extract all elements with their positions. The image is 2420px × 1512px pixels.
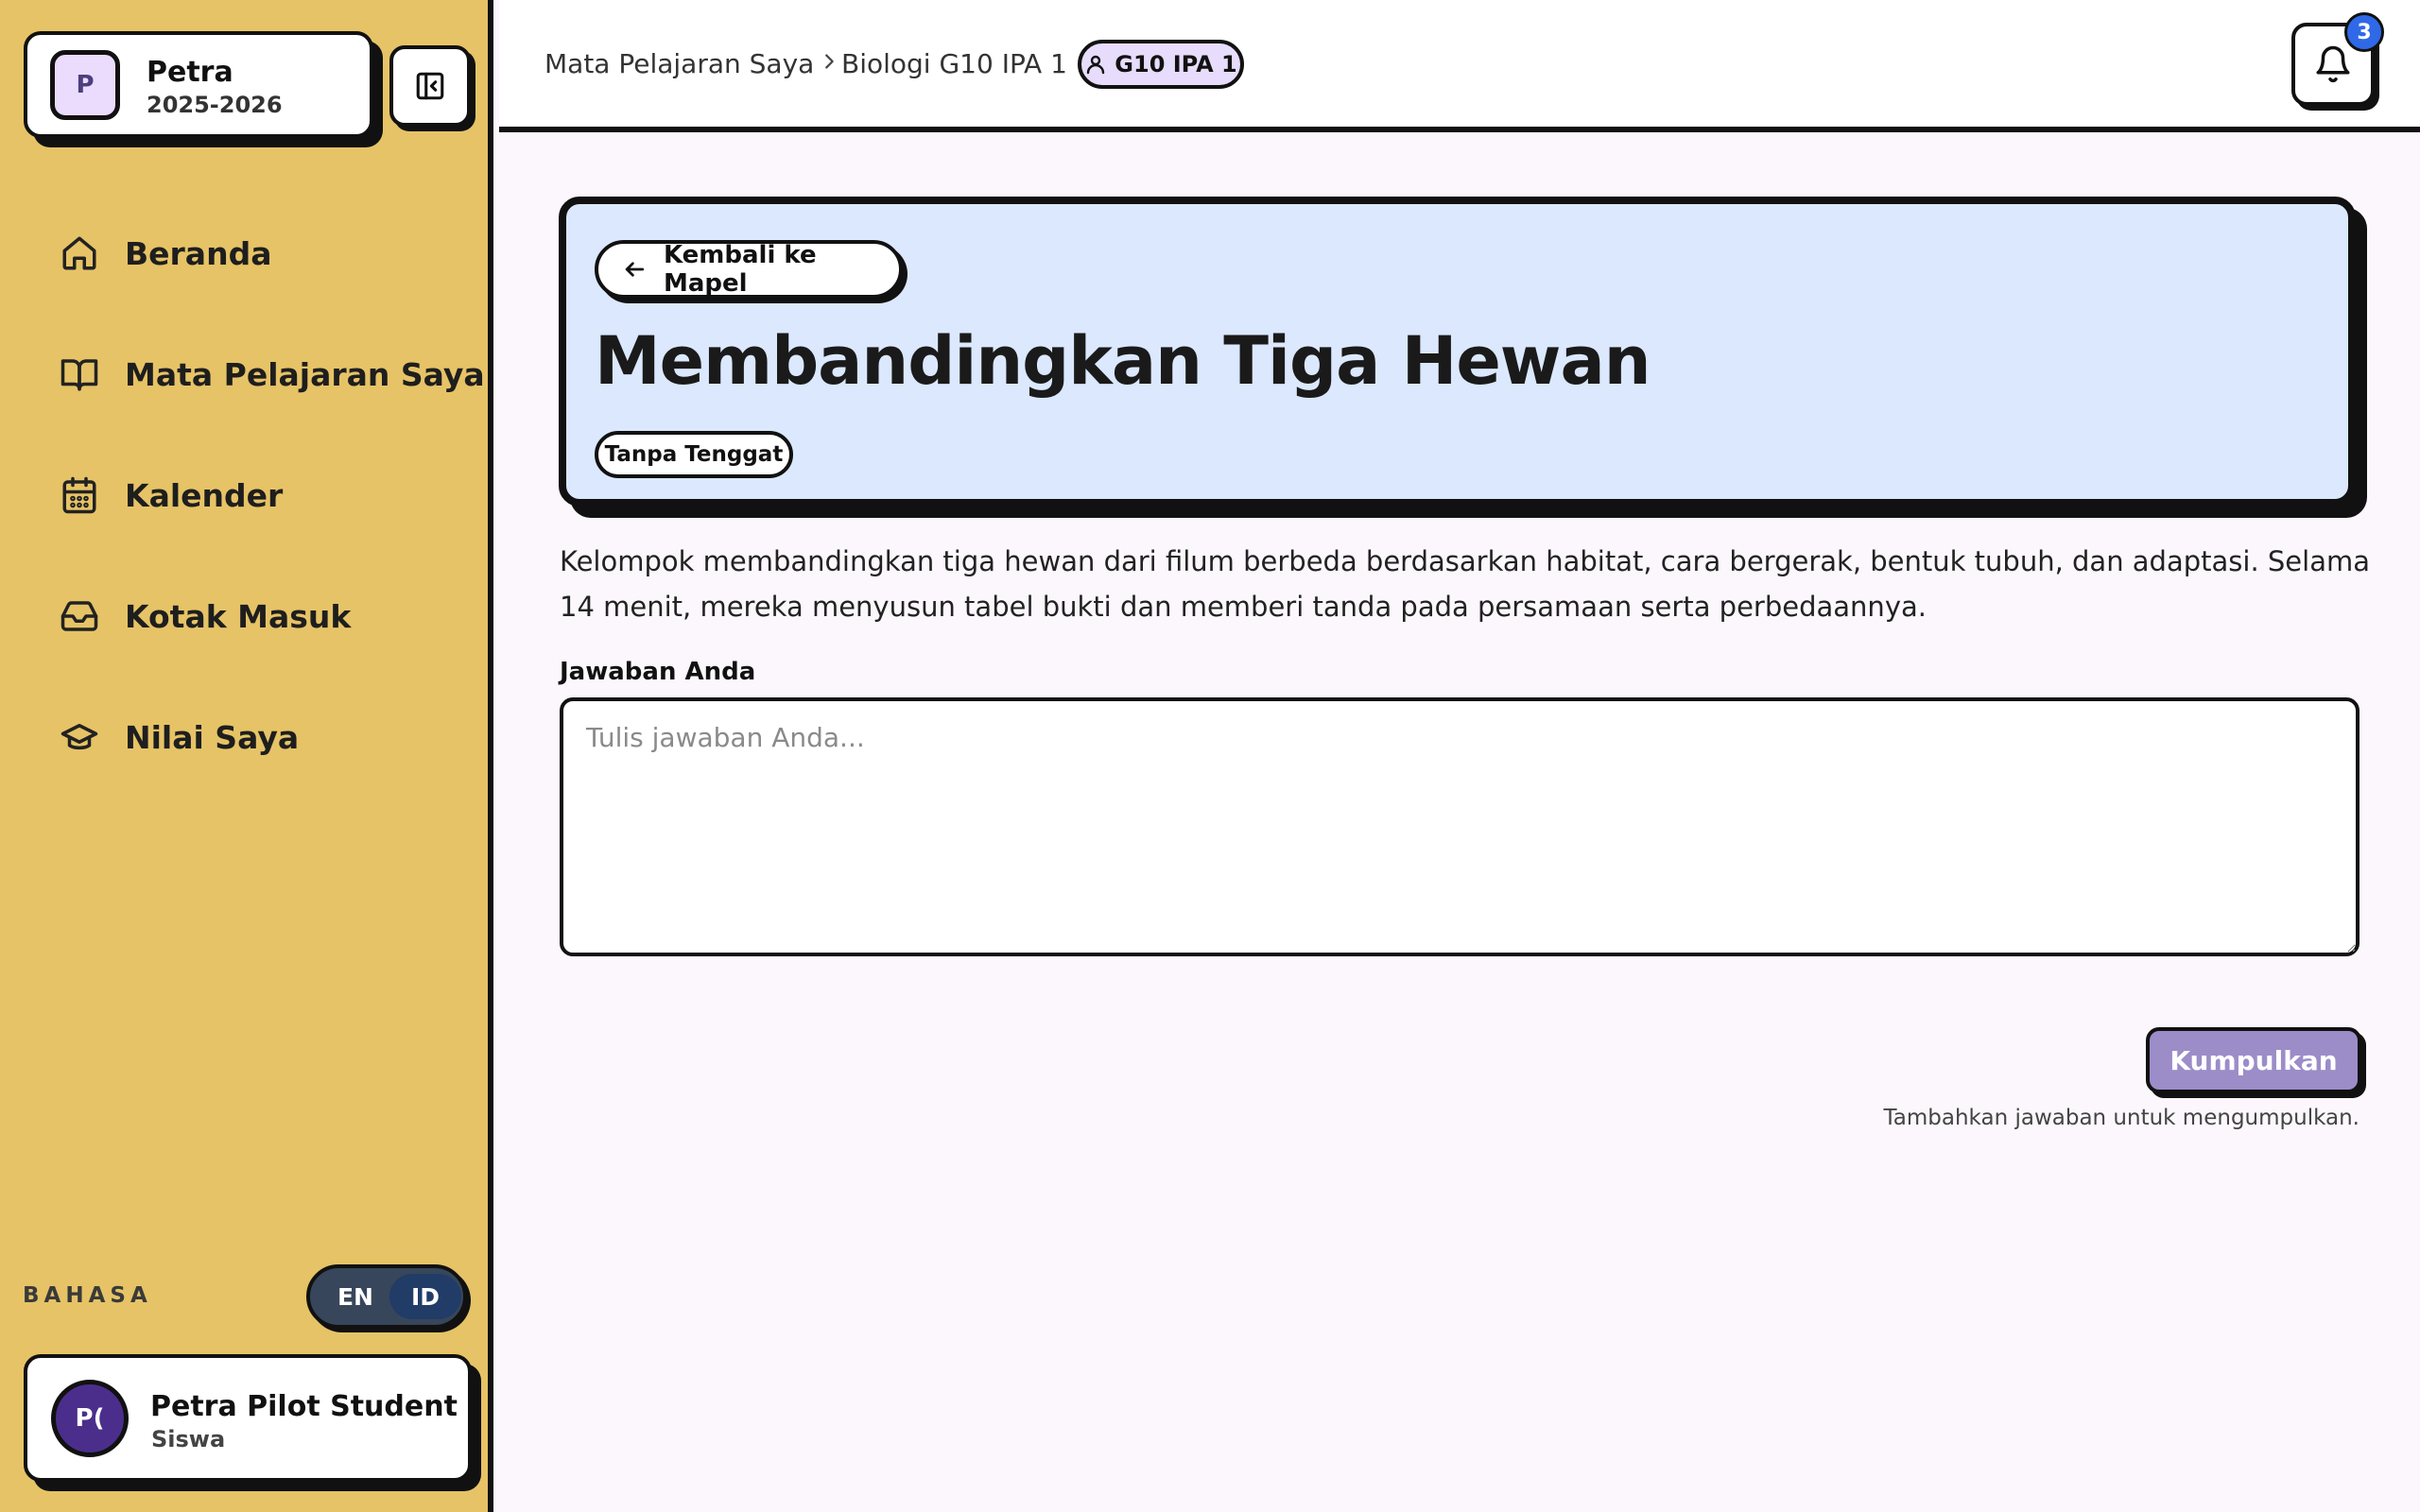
home-icon [59, 232, 100, 274]
bell-icon [2316, 45, 2350, 83]
sidebar: P Petra 2025-2026 Beranda Mata Pelajaran… [0, 0, 493, 1512]
language-toggle[interactable]: EN ID [306, 1264, 467, 1329]
submit-helper-text: Tambahkan jawaban untuk mengumpulkan. [1883, 1106, 2360, 1130]
assignment-description: Kelompok membandingkan tiga hewan dari f… [560, 545, 2370, 623]
assignment-header-card: Kembali ke Mapel Membandingkan Tiga Hewa… [559, 197, 2356, 507]
sidebar-item-label: Kalender [125, 476, 284, 514]
school-avatar: P [50, 50, 120, 120]
class-badge-label: G10 IPA 1 [1115, 51, 1237, 77]
language-option-en[interactable]: EN [320, 1274, 391, 1319]
breadcrumb-current: Biologi G10 IPA 1 [841, 48, 1067, 79]
graduation-cap-icon [59, 716, 100, 758]
breadcrumb-item[interactable]: Mata Pelajaran Saya [544, 48, 814, 79]
sidebar-item-kotak-masuk[interactable]: Kotak Masuk [59, 588, 351, 644]
sidebar-collapse-icon [416, 72, 444, 100]
user-name: Petra Pilot Student (B1) [150, 1390, 468, 1423]
sidebar-item-label: Mata Pelajaran Saya [125, 355, 485, 393]
language-option-id[interactable]: ID [389, 1274, 461, 1319]
sidebar-item-kalender[interactable]: Kalender [59, 467, 283, 524]
deadline-badge: Tanpa Tenggat [595, 431, 793, 478]
avatar: P( [51, 1380, 129, 1457]
sidebar-item-mata-pelajaran[interactable]: Mata Pelajaran Saya [59, 346, 485, 403]
back-button-label: Kembali ke Mapel [663, 241, 817, 298]
chevron-right-icon [819, 47, 839, 79]
language-label: BAHASA [23, 1283, 152, 1308]
profile-name: Petra [147, 56, 233, 89]
top-bar: Mata Pelajaran Saya Biologi G10 IPA 1 G1… [499, 0, 2420, 132]
sidebar-item-label: Beranda [125, 234, 272, 272]
sidebar-item-nilai-saya[interactable]: Nilai Saya [59, 709, 299, 765]
calendar-icon [59, 474, 100, 516]
school-profile-card[interactable]: P Petra 2025-2026 [24, 31, 373, 138]
sidebar-item-beranda[interactable]: Beranda [59, 225, 271, 282]
submit-button[interactable]: Kumpulkan [2146, 1027, 2361, 1093]
sidebar-item-label: Kotak Masuk [125, 597, 352, 635]
page-title: Membandingkan Tiga Hewan [595, 322, 1651, 400]
inbox-icon [59, 595, 100, 637]
user-card[interactable]: P( Petra Pilot Student (B1) Siswa [24, 1354, 472, 1482]
user-icon [1087, 55, 1105, 75]
sidebar-item-label: Nilai Saya [125, 718, 300, 756]
arrow-left-icon [625, 262, 645, 277]
user-role: Siswa [151, 1426, 226, 1452]
answer-textarea[interactable] [560, 697, 2360, 956]
class-badge: G10 IPA 1 [1078, 40, 1244, 89]
back-to-subject-button[interactable]: Kembali ke Mapel [595, 240, 903, 299]
answer-label: Jawaban Anda [560, 658, 756, 686]
collapse-sidebar-button[interactable] [389, 45, 471, 127]
book-icon [59, 353, 100, 395]
notification-count-badge: 3 [2344, 12, 2384, 52]
academic-year: 2025-2026 [147, 92, 283, 118]
